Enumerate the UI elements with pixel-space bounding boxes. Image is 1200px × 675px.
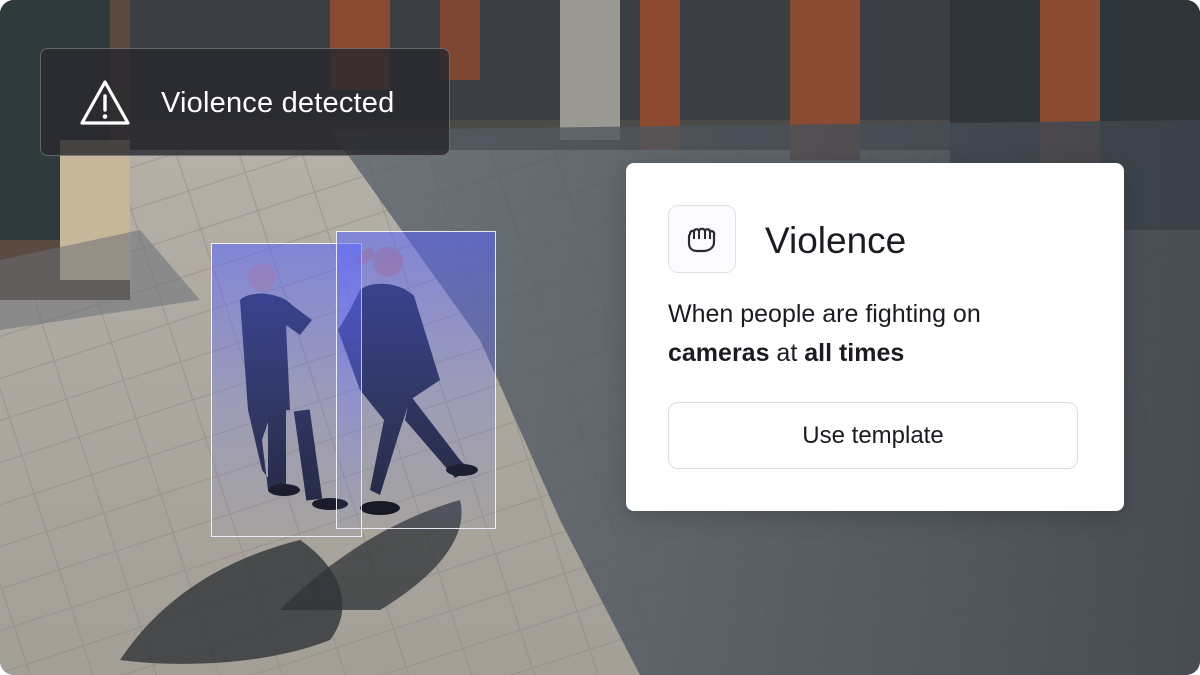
template-card: Violence When people are fighting on cam…: [626, 163, 1124, 511]
violence-alert-banner: Violence detected: [40, 48, 450, 156]
camera-view: Violence detected Violence When people a…: [0, 0, 1200, 675]
template-description: When people are fighting on cameras at a…: [668, 300, 981, 367]
use-template-button[interactable]: Use template: [668, 402, 1078, 469]
template-title: Violence: [765, 220, 907, 261]
warning-triangle-icon: [80, 80, 130, 125]
template-icon-container: [668, 205, 736, 273]
alert-message: Violence detected: [161, 87, 395, 119]
person-detection-box: [336, 231, 496, 529]
fist-icon: [687, 227, 716, 253]
